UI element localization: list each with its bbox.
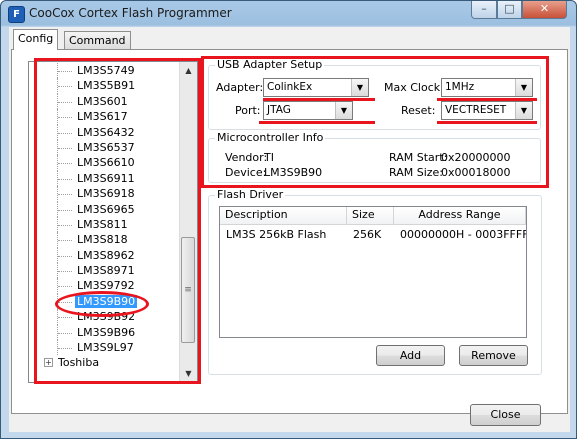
tree-item[interactable]: LM3S6610: [29, 155, 179, 172]
annotation-underline: [437, 121, 537, 124]
tree-item-label: LM3S617: [77, 110, 128, 124]
tree-item-label: LM3S9792: [77, 279, 135, 293]
tree-item[interactable]: LM3S5749: [29, 63, 179, 79]
tree-item[interactable]: LM3S811: [29, 216, 179, 233]
ram-size-label: RAM Size:: [389, 166, 443, 179]
flash-driver-list-header: Description Size Address Range: [220, 207, 526, 225]
tree-item[interactable]: LM3S6432: [29, 124, 179, 141]
close-window-button[interactable]: ✕: [522, 1, 567, 19]
max-clock-label: Max Clock:: [384, 81, 444, 94]
expand-plus-icon[interactable]: +: [44, 358, 53, 368]
max-clock-select-value: 1MHz: [445, 81, 475, 93]
annotation-underline: [263, 98, 375, 101]
tree-item[interactable]: LM3S6965: [29, 201, 179, 218]
chevron-down-icon: ▼: [515, 79, 532, 96]
adapter-select[interactable]: ColinkEx ▼: [263, 78, 369, 97]
tree-item-label: LM3S9B96: [77, 325, 136, 339]
device-tree-list: LM3S5749 LM3S5B91 LM3S601 LM3S617 LM3S6432 LM…: [29, 63, 179, 371]
column-address-range[interactable]: Address Range: [394, 207, 526, 224]
tab-command[interactable]: Command: [64, 31, 131, 50]
tree-item-label: LM3S6911: [77, 171, 135, 185]
tree-item[interactable]: LM3S9B92: [29, 309, 179, 326]
tree-item-label: LM3S6537: [77, 140, 135, 154]
scroll-up-arrow-icon[interactable]: ▲: [180, 62, 197, 79]
reset-label: Reset:: [401, 104, 436, 117]
tree-item-label: LM3S5749: [77, 64, 135, 77]
title-bar[interactable]: F CooCox Cortex Flash Programmer – □ ✕: [1, 1, 576, 27]
tab-config[interactable]: Config: [13, 29, 59, 50]
row-description[interactable]: LM3S 256kB Flash: [226, 228, 326, 241]
tree-item-selected[interactable]: LM3S9B90: [29, 293, 179, 310]
chevron-down-icon: ▼: [335, 102, 352, 119]
adapter-select-value: ColinkEx: [267, 81, 313, 93]
scroll-down-arrow-icon[interactable]: ▼: [180, 365, 197, 382]
tree-item-label: LM3S6432: [77, 125, 135, 139]
tree-item[interactable]: LM3S9B96: [29, 324, 179, 341]
tree-item-label: LM3S5B91: [77, 79, 136, 93]
tree-item-label: LM3S811: [77, 217, 128, 231]
ram-start-label: RAM Start:: [389, 151, 448, 164]
tree-item[interactable]: LM3S601: [29, 93, 179, 110]
flash-driver-list[interactable]: Description Size Address Range LM3S 256k…: [219, 206, 527, 338]
tree-item-label: LM3S9B92: [77, 310, 136, 324]
tree-item[interactable]: LM3S6911: [29, 170, 179, 187]
minimize-button[interactable]: –: [471, 1, 497, 19]
port-select[interactable]: JTAG ▼: [263, 101, 353, 120]
chevron-down-icon: ▼: [515, 102, 532, 119]
tree-item-label: LM3S6918: [77, 187, 135, 201]
device-value: LM3S9B90: [264, 166, 323, 179]
ram-start-value: 0x20000000: [441, 151, 511, 164]
ram-size-value: 0x00018000: [441, 166, 511, 179]
column-size[interactable]: Size: [347, 207, 394, 224]
add-button[interactable]: Add: [376, 345, 445, 366]
tree-item-label: LM3S8962: [77, 248, 135, 262]
vendor-label: Vendor:: [225, 151, 268, 164]
vendor-value: TI: [264, 151, 274, 164]
port-select-value: JTAG: [267, 104, 291, 116]
annotation-underline: [437, 98, 537, 101]
flash-driver-group-title: Flash Driver: [215, 188, 286, 201]
scrollbar-thumb[interactable]: ≡: [181, 237, 195, 343]
tree-item-label: LM3S9B90: [75, 294, 138, 308]
maximize-button[interactable]: □: [497, 1, 522, 19]
tree-item-label: LM3S8971: [77, 264, 135, 278]
tree-item[interactable]: LM3S6918: [29, 186, 179, 202]
window-title: CooCox Cortex Flash Programmer: [29, 6, 232, 20]
row-address-range[interactable]: 00000000H - 0003FFFFH: [400, 228, 526, 241]
tree-item[interactable]: LM3S9L97: [29, 340, 179, 356]
tree-node-toshiba[interactable]: + Toshiba: [29, 355, 179, 370]
tree-item-label: LM3S601: [77, 94, 128, 108]
max-clock-select[interactable]: 1MHz ▼: [441, 78, 533, 97]
remove-button[interactable]: Remove: [459, 345, 528, 366]
tree-item-label: LM3S6965: [77, 202, 135, 216]
reset-select[interactable]: VECTRESET ▼: [441, 101, 533, 120]
annotation-underline: [259, 121, 375, 124]
device-tree[interactable]: LM3S5749 LM3S5B91 LM3S601 LM3S617 LM3S6432 LM…: [28, 61, 198, 383]
tree-item[interactable]: LM3S5B91: [29, 78, 179, 95]
tree-item[interactable]: LM3S818: [29, 232, 179, 249]
row-size[interactable]: 256K: [353, 228, 381, 241]
reset-select-value: VECTRESET: [445, 104, 507, 116]
tree-item-label: LM3S6610: [77, 156, 135, 170]
tree-item[interactable]: LM3S8962: [29, 247, 179, 264]
tree-scrollbar[interactable]: ▲ ≡ ▼: [179, 62, 197, 382]
app-icon: F: [8, 6, 25, 23]
tree-node-label: Toshiba: [58, 356, 100, 370]
chevron-down-icon: ▼: [351, 79, 368, 96]
close-button[interactable]: Close: [470, 404, 541, 426]
app-window: F CooCox Cortex Flash Programmer – □ ✕ C…: [0, 0, 577, 439]
usb-adapter-group-title: USB Adapter Setup: [215, 58, 325, 71]
tree-item-label: LM3S818: [77, 233, 128, 247]
tree-item[interactable]: LM3S8971: [29, 263, 179, 279]
tree-item[interactable]: LM3S9792: [29, 278, 179, 295]
adapter-label: Adapter:: [216, 81, 264, 94]
tree-item[interactable]: LM3S617: [29, 109, 179, 125]
tree-item[interactable]: LM3S6537: [29, 139, 179, 156]
tree-item-label: LM3S9L97: [77, 341, 134, 355]
mcu-info-group-title: Microcontroller Info: [215, 131, 326, 144]
port-label: Port:: [235, 104, 261, 117]
column-description[interactable]: Description: [220, 207, 347, 224]
device-label: Device:: [225, 166, 267, 179]
